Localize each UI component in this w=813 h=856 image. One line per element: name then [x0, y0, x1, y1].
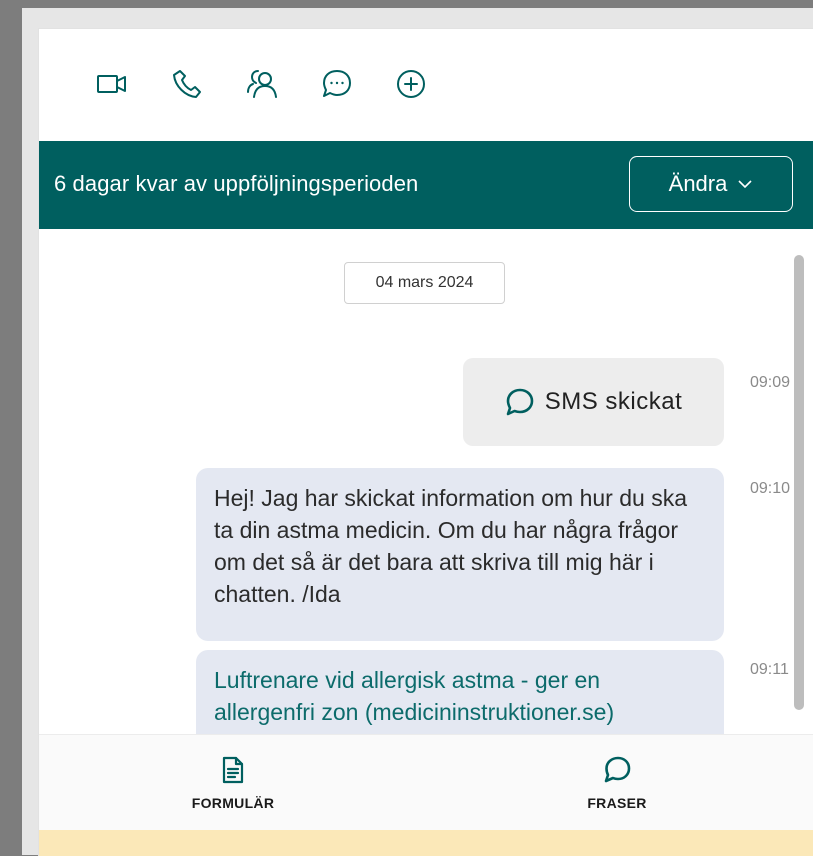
- chat-bubble-icon: [506, 388, 534, 416]
- phone-icon[interactable]: [170, 67, 204, 101]
- chat-message-link[interactable]: Luftrenare vid allergisk astma - ger en …: [196, 650, 724, 734]
- chat-bubble-icon[interactable]: [320, 67, 354, 101]
- nav-formular[interactable]: FORMULÄR: [143, 735, 323, 831]
- video-camera-icon[interactable]: [95, 67, 129, 101]
- sms-status-text: SMS skickat: [544, 388, 683, 415]
- chevron-down-icon: [738, 180, 752, 189]
- toolbar: [39, 29, 813, 141]
- follow-up-period-text: 6 dagar kvar av uppföljningsperioden: [54, 171, 419, 196]
- change-button[interactable]: Ändra: [629, 156, 793, 212]
- chat-bubble-icon: [604, 756, 631, 783]
- chat-message: Hej! Jag har skickat information om hur …: [196, 468, 724, 641]
- sms-status-bubble: SMS skickat: [463, 358, 724, 446]
- nav-fraser[interactable]: FRASER: [527, 735, 707, 831]
- chat-thread: 04 mars 2024 SMS skickat 09:09 Hej! Jag …: [39, 229, 813, 734]
- document-icon: [222, 756, 244, 784]
- message-time: 09:11: [750, 661, 789, 678]
- nav-fraser-label: FRASER: [587, 795, 647, 811]
- chat-panel: 6 dagar kvar av uppföljningsperioden Änd…: [38, 28, 813, 856]
- date-separator: 04 mars 2024: [344, 262, 505, 304]
- footer-strip: [39, 830, 813, 856]
- users-icon[interactable]: [245, 67, 279, 101]
- follow-up-banner: 6 dagar kvar av uppföljningsperioden Änd…: [39, 141, 813, 229]
- chat-scrollbar[interactable]: [794, 255, 804, 710]
- nav-formular-label: FORMULÄR: [191, 795, 275, 811]
- message-time: 09:10: [750, 480, 791, 497]
- link-text[interactable]: Luftrenare vid allergisk astma - ger en …: [214, 667, 614, 725]
- change-button-label: Ändra: [668, 171, 728, 196]
- add-circle-icon[interactable]: [394, 67, 428, 101]
- bottom-nav: FORMULÄR FRASER: [39, 734, 813, 831]
- message-time: 09:09: [750, 374, 791, 391]
- message-text: Hej! Jag har skickat information om hur …: [214, 485, 687, 607]
